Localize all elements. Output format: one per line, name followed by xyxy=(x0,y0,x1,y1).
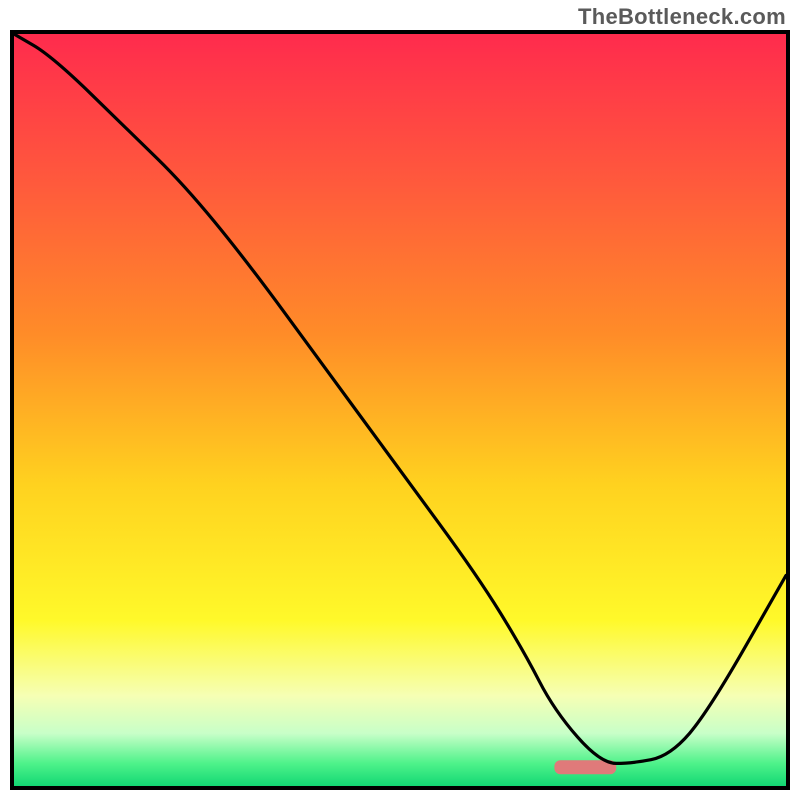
chart-background-gradient xyxy=(14,34,786,786)
watermark-text: TheBottleneck.com xyxy=(578,4,786,30)
chart-plot-area xyxy=(10,30,790,790)
chart-svg xyxy=(14,34,786,786)
